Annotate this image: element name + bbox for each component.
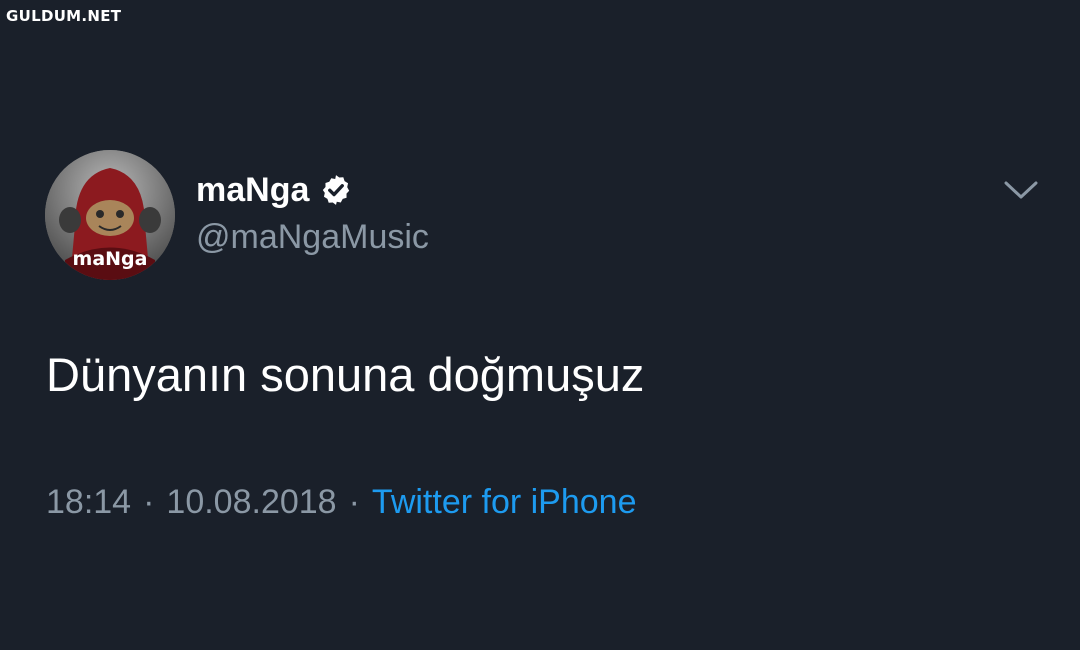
display-name[interactable]: maNga xyxy=(196,170,353,210)
verified-badge-icon xyxy=(319,173,353,207)
avatar[interactable]: maNga xyxy=(45,150,175,280)
tweet-source-link[interactable]: Twitter for iPhone xyxy=(372,483,637,521)
chevron-down-icon[interactable] xyxy=(1003,178,1039,202)
tweet-text: Dünyanın sonuna doğmuşuz xyxy=(46,348,645,401)
watermark: GULDUM.NET xyxy=(6,7,122,25)
user-handle[interactable]: @maNgaMusic xyxy=(196,217,429,257)
display-name-text[interactable]: maNga xyxy=(196,170,309,210)
meta-separator: · xyxy=(348,483,360,521)
tweet-meta: 18:14 · 10.08.2018 · Twitter for iPhone xyxy=(46,480,636,524)
meta-separator: · xyxy=(143,483,155,521)
tweet-time[interactable]: 18:14 xyxy=(46,483,131,521)
tweet-date[interactable]: 10.08.2018 xyxy=(166,483,336,521)
avatar-logo-text: maNga xyxy=(73,248,148,270)
